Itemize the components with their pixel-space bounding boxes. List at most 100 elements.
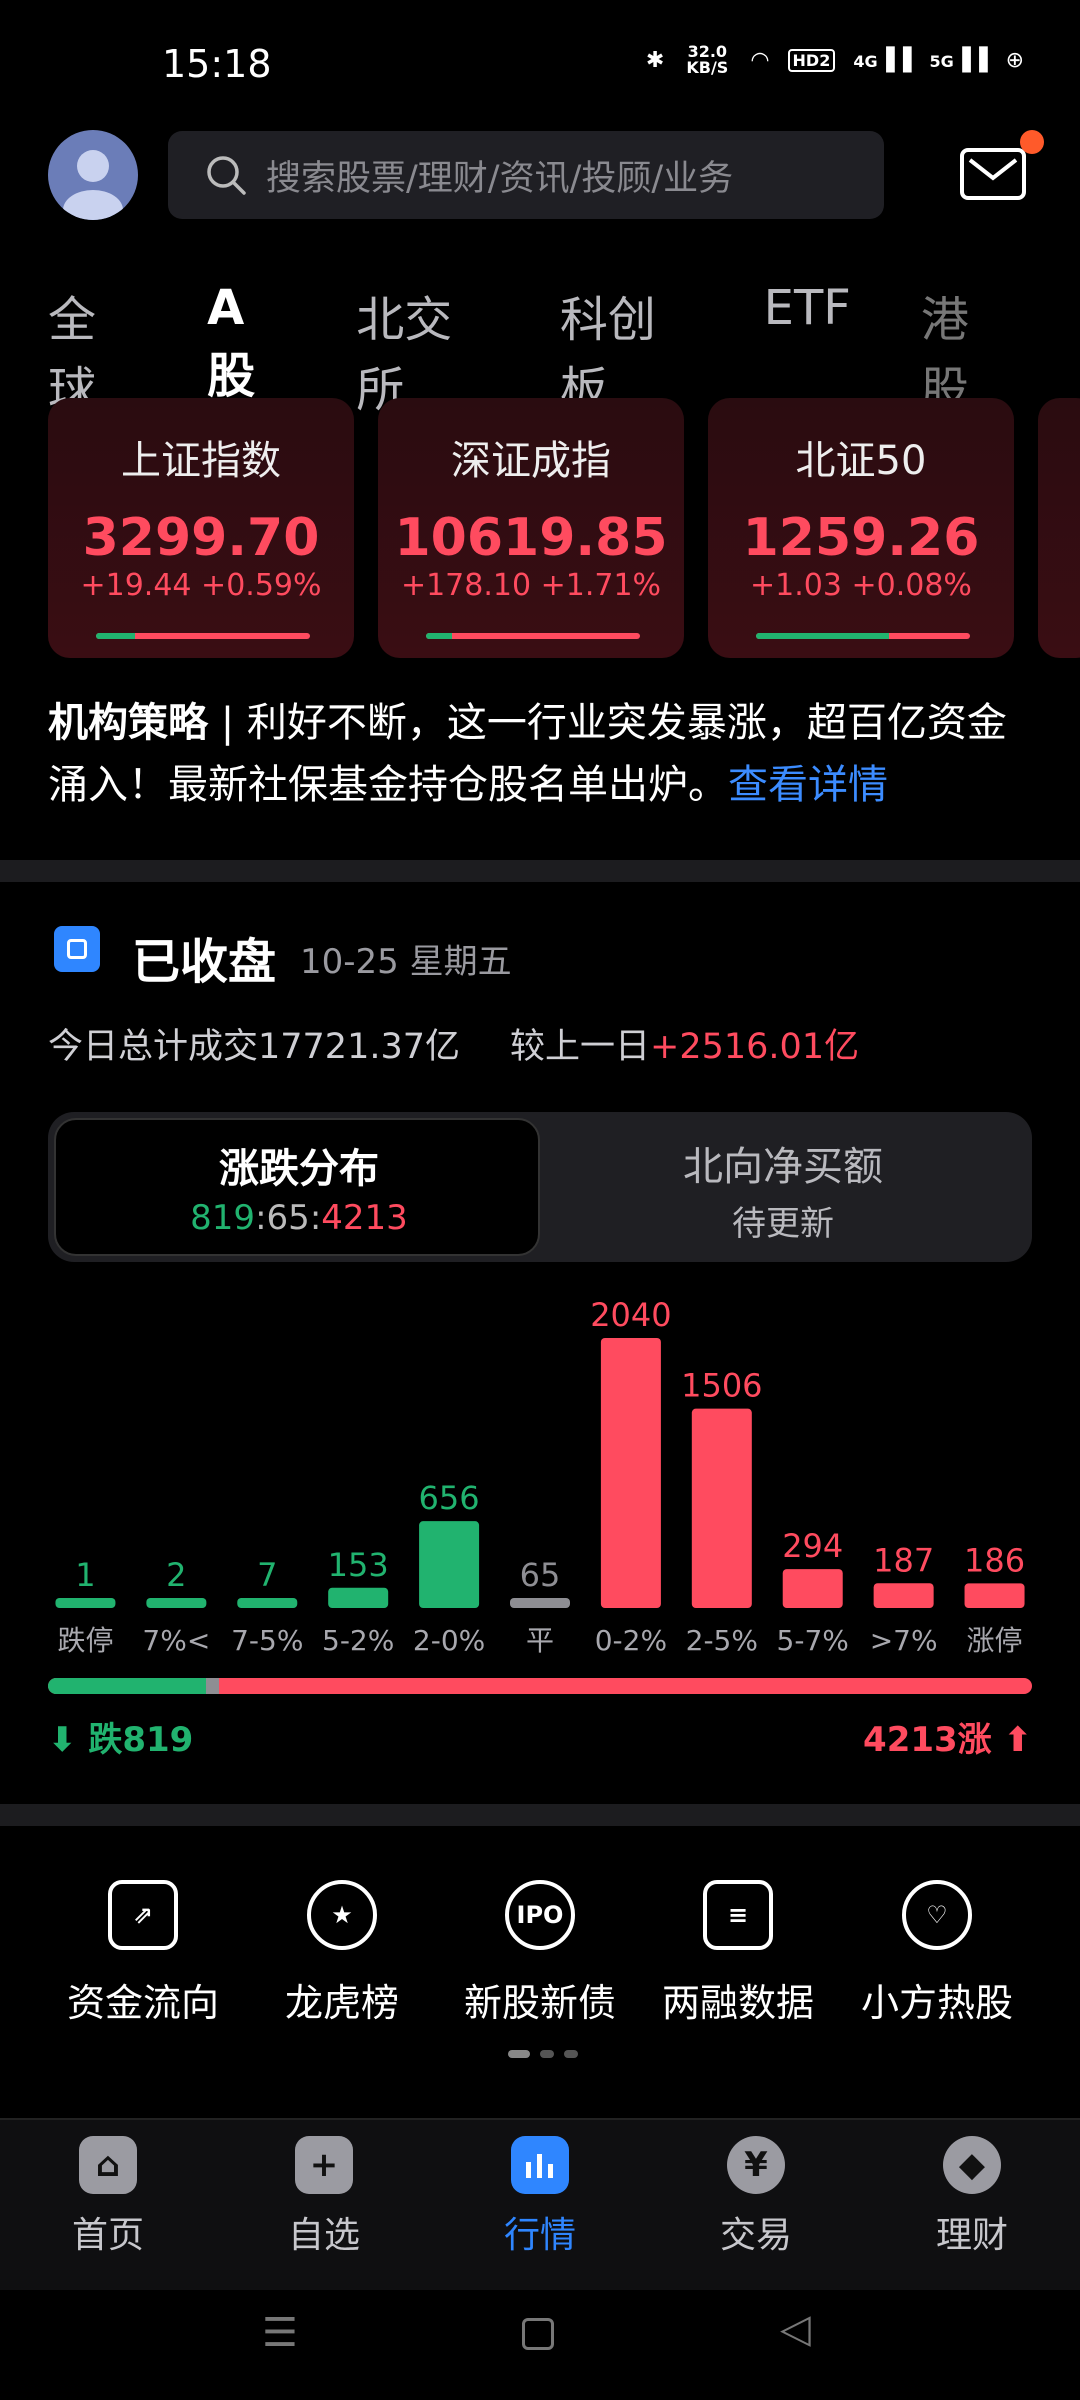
rise-total: 4213涨 ⬆ xyxy=(863,1720,1032,1760)
nav-wealth[interactable]: ◆ 理财 xyxy=(892,2136,1052,2258)
signal-5g-icon: 5G▐▐ xyxy=(929,47,988,73)
quick-entry-label: 小方热股 xyxy=(860,1981,1013,2025)
tab-subtitle: 待更新 xyxy=(732,1204,834,1244)
index-breadth-bar xyxy=(96,633,310,639)
bar-value-label: 153 xyxy=(328,1546,389,1584)
nav-watchlist[interactable]: + 自选 xyxy=(244,2136,404,2258)
category-label: 7%< xyxy=(142,1624,210,1657)
index-value: 3299.70 xyxy=(82,508,320,568)
category-label: 7-5% xyxy=(231,1624,303,1657)
battery-icon: ⊕ xyxy=(1005,47,1024,73)
bar-value-label: 656 xyxy=(419,1479,480,1517)
quick-entry-ipo[interactable]: IPO 新股新债 xyxy=(440,1880,640,2027)
bar-2 xyxy=(237,1598,298,1608)
hot-stock-icon: ♡ xyxy=(902,1880,972,1950)
quick-entry-label: 资金流向 xyxy=(66,1981,219,2025)
avatar[interactable] xyxy=(48,130,138,220)
bar-value-label: 1506 xyxy=(681,1367,762,1405)
user-icon xyxy=(63,150,123,220)
tab-title: 北向净买额 xyxy=(683,1144,883,1190)
nav-label: 首页 xyxy=(71,2215,144,2256)
search-placeholder: 搜索股票/理财/资讯/投顾/业务 xyxy=(266,158,734,199)
quick-entry-margin-data[interactable]: ≡ 两融数据 xyxy=(638,1880,838,2027)
news-link[interactable]: 查看详情 xyxy=(728,762,888,808)
category-label: 平 xyxy=(526,1624,554,1657)
fund-flow-icon: ⇗ xyxy=(108,1880,178,1950)
fall-total: ⬇ 跌819 xyxy=(48,1720,194,1760)
rise-count: 4213 xyxy=(321,1198,408,1238)
bar-value-label: 294 xyxy=(782,1527,843,1565)
nav-trade[interactable]: ¥ 交易 xyxy=(676,2136,836,2258)
quick-entry-fund-flow[interactable]: ⇗ 资金流向 xyxy=(43,1880,243,2027)
tab-ratio: 819:65:4213 xyxy=(190,1198,408,1238)
category-label: 0-2% xyxy=(595,1624,667,1657)
category-label: 2-0% xyxy=(413,1624,485,1657)
turnover-total: 今日总计成交17721.37亿 xyxy=(48,1027,461,1067)
turnover-compare-label: 较上一日 xyxy=(510,1027,651,1067)
nav-home[interactable]: ⌂ 首页 xyxy=(28,2136,188,2258)
rise-total-label: 4213涨 xyxy=(863,1720,992,1760)
category-label: 5-7% xyxy=(777,1624,849,1657)
back-icon[interactable]: ◁ xyxy=(780,2306,811,2352)
search-input[interactable]: 搜索股票/理财/资讯/投顾/业务 xyxy=(168,131,884,219)
news-ticker[interactable]: 机构策略 | 利好不断，这一行业突发暴涨，超百亿资金涌入！最新社保基金持仓股名单… xyxy=(48,692,1028,816)
rise-fall-ratio-bar xyxy=(48,1678,1032,1694)
bluetooth-icon: ✱ xyxy=(645,47,665,73)
index-change: +19.44 +0.59% xyxy=(80,568,322,603)
hd-badge: HD2 xyxy=(787,48,836,72)
quick-entry-label: 两融数据 xyxy=(661,1981,814,2025)
section-divider xyxy=(0,1804,1080,1826)
fall-segment xyxy=(48,1678,207,1694)
category-label: >7% xyxy=(870,1624,938,1657)
market-date: 10-25 星期五 xyxy=(300,942,512,982)
bar-value-label: 2040 xyxy=(590,1296,671,1334)
mail-flap xyxy=(968,158,1018,181)
flat-count: 65 xyxy=(266,1198,310,1238)
tab-northbound[interactable]: 北向净买额 待更新 xyxy=(540,1118,1026,1256)
tab-rise-fall-distribution[interactable]: 涨跌分布 819:65:4213 xyxy=(54,1118,540,1256)
nav-market[interactable]: 行情 xyxy=(460,2136,620,2258)
turnover-line: 今日总计成交17721.37亿 较上一日+2516.01亿 xyxy=(48,1018,859,1069)
bar-0 xyxy=(55,1598,116,1608)
menu-icon[interactable]: ☰ xyxy=(262,2310,298,2356)
nav-label: 行情 xyxy=(503,2215,576,2256)
section-divider xyxy=(0,860,1080,882)
bar-7 xyxy=(691,1408,752,1608)
ipo-icon: IPO xyxy=(505,1880,575,1950)
market-icon xyxy=(511,2136,569,2194)
home-button-icon[interactable] xyxy=(522,2318,554,2350)
bar-value-label: 7 xyxy=(257,1556,277,1594)
category-label: 5-2% xyxy=(322,1624,394,1657)
index-breadth-bar xyxy=(756,633,970,639)
news-tag: 机构策略 xyxy=(48,700,208,746)
quick-entry-hot-stock[interactable]: ♡ 小方热股 xyxy=(837,1880,1037,2027)
category-label: 2-5% xyxy=(686,1624,758,1657)
index-name: 上证指数 xyxy=(121,438,281,484)
quick-entry-label: 新股新债 xyxy=(463,1981,616,2025)
mail-icon[interactable] xyxy=(960,148,1026,200)
status-icons: ✱ 32.0 KB/S ◠ HD2 4G▐▐ 5G▐▐ ⊕ xyxy=(646,44,1024,76)
index-name: 深证成指 xyxy=(451,438,611,484)
page-indicator xyxy=(508,2050,578,2058)
bar-6 xyxy=(600,1338,661,1608)
category-label: 跌停 xyxy=(57,1624,113,1657)
index-card-bse50[interactable]: 北证50 1259.26 +1.03 +0.08% xyxy=(708,398,1014,658)
system-nav-bar: ☰ ◁ xyxy=(0,2290,1080,2400)
dragon-tiger-icon: ★ xyxy=(307,1880,377,1950)
notification-dot xyxy=(1020,130,1044,154)
index-value: 10619.85 xyxy=(394,508,668,568)
bar-value-label: 65 xyxy=(520,1556,561,1594)
tab-title: 涨跌分布 xyxy=(219,1146,379,1192)
index-card-shanghai[interactable]: 上证指数 3299.70 +19.44 +0.59% xyxy=(48,398,354,658)
search-icon xyxy=(207,156,246,195)
index-card-next[interactable] xyxy=(1038,398,1080,658)
status-time: 15:18 xyxy=(162,42,272,86)
nav-label: 自选 xyxy=(287,2215,360,2256)
fall-total-label: 跌819 xyxy=(88,1720,194,1760)
margin-data-icon: ≡ xyxy=(703,1880,773,1950)
index-change: +178.10 +1.71% xyxy=(400,568,662,603)
fall-count: 819 xyxy=(190,1198,256,1238)
quick-entry-dragon-tiger[interactable]: ★ 龙虎榜 xyxy=(242,1880,442,2027)
index-card-shenzhen[interactable]: 深证成指 10619.85 +178.10 +1.71% xyxy=(378,398,684,658)
wifi-icon: ◠ xyxy=(750,47,770,73)
